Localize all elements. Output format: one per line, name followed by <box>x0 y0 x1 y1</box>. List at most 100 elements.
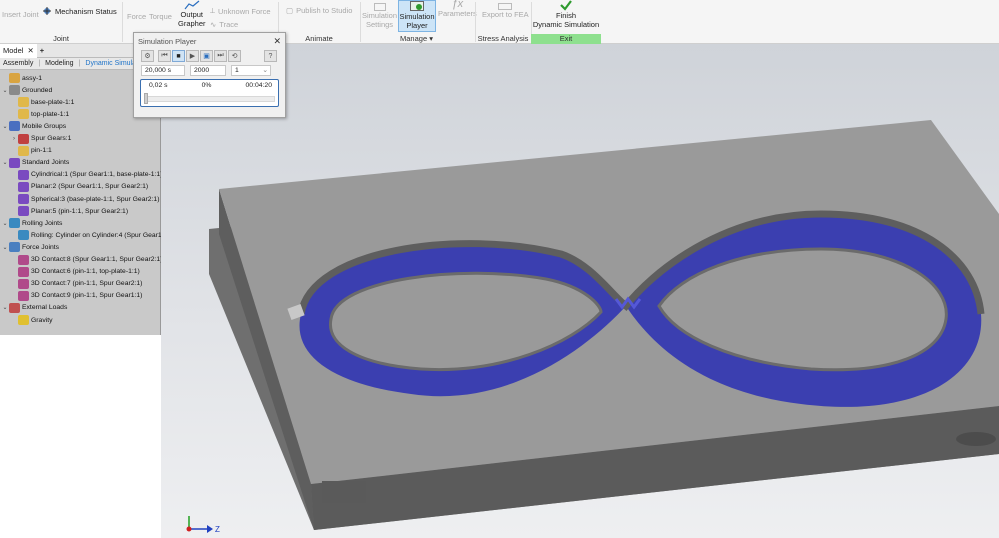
tree-item[interactable]: ⌄ Rolling Joints <box>0 217 62 229</box>
tree-item-label: 3D Contact:8 (Spur Gear1:1, Spur Gear2:1… <box>31 256 163 263</box>
contact-icon <box>18 266 29 277</box>
tree-item[interactable]: Planar:5 (pin-1:1, Spur Gear2:1) <box>0 205 128 217</box>
parameters-label: Parameters <box>438 9 477 18</box>
player-title: Simulation Player <box>138 36 197 46</box>
tree-item-label: assy-1 <box>22 74 43 82</box>
rewind-button[interactable]: ⏮ <box>158 50 171 62</box>
help-button[interactable]: ? <box>264 50 277 62</box>
tree-item-label: Spur Gears:1 <box>31 135 72 142</box>
end-button[interactable]: ⏭ <box>214 50 227 62</box>
finish-check-icon <box>560 0 572 11</box>
expand-icon[interactable]: ⌄ <box>1 244 9 251</box>
tree-item-label: Cylindrical:1 (Spur Gear1:1, base-plate-… <box>31 171 163 179</box>
tree-item[interactable]: › Spur Gears:1 <box>0 133 71 145</box>
expand-icon[interactable]: ⌄ <box>1 159 9 166</box>
output-grapher-icon <box>184 0 200 10</box>
tree-item-label: External Loads <box>22 304 68 312</box>
trace-button[interactable]: ∿ Trace <box>210 20 238 29</box>
axis-z-label: Z <box>215 525 220 534</box>
screen-refresh-button[interactable]: ▣ <box>200 50 213 62</box>
tree-item[interactable]: base-plate-1:1 <box>0 96 74 108</box>
pin-left-body <box>322 481 366 503</box>
tree-item-label: Spherical:3 (base-plate-1:1, Spur Gear2:… <box>31 195 160 203</box>
force-button[interactable]: Force <box>127 12 146 21</box>
manage-panel-label[interactable]: Manage ▾ <box>360 34 473 44</box>
progress-track[interactable] <box>144 96 275 102</box>
end-icon: ⏭ <box>217 52 224 59</box>
tree-item-label: Planar:5 (pin-1:1, Spur Gear2:1) <box>31 207 129 215</box>
expand-icon[interactable]: ⌄ <box>1 123 9 130</box>
grounded-icon <box>9 85 20 96</box>
tree-item[interactable]: ⌄ Force Joints <box>0 241 59 253</box>
simulation-settings-button[interactable]: Simulation Settings <box>362 3 397 29</box>
tree-item[interactable]: 3D Contact:7 (pin-1:1, Spur Gear2:1) <box>0 278 142 290</box>
tree-item-label: 3D Contact:7 (pin-1:1, Spur Gear2:1) <box>31 280 143 288</box>
publish-to-studio-label: Publish to Studio <box>296 6 353 15</box>
player-titlebar[interactable]: Simulation Player ✕ <box>134 33 285 49</box>
insert-joint-button[interactable]: Insert Joint <box>2 10 39 19</box>
tab-model[interactable]: Model ✕ <box>0 43 37 58</box>
tree-item-label: Standard Joints <box>22 159 70 167</box>
tree-item[interactable]: Cylindrical:1 (Spur Gear1:1, base-plate-… <box>0 169 162 181</box>
tree-item-label: Mobile Groups <box>22 122 67 130</box>
play-button[interactable]: ▶ <box>186 50 199 62</box>
publish-to-studio-button[interactable]: ▢ Publish to Studio <box>286 6 352 15</box>
subtab-assembly[interactable]: Assembly <box>2 60 34 67</box>
tree-item[interactable]: assy-1 <box>0 72 42 84</box>
tree-item-label: Rolling Joints <box>22 219 63 227</box>
collapse-icon[interactable]: › <box>10 136 18 142</box>
subtab-modeling[interactable]: Modeling <box>44 60 74 67</box>
joint-panel-label: Joint <box>53 34 69 43</box>
trace-label: Trace <box>219 20 239 29</box>
assembly-icon <box>9 73 20 83</box>
filter-select[interactable]: 1 ⌄ <box>231 65 271 76</box>
tree-item-label: Force Joints <box>22 243 60 251</box>
end-time-field[interactable]: 20,000 s <box>141 65 185 76</box>
part-icon <box>18 97 29 108</box>
expand-icon[interactable]: ⌄ <box>1 220 9 227</box>
play-icon: ▶ <box>189 53 196 60</box>
loop-button[interactable]: ⟲ <box>228 50 241 62</box>
tree-item[interactable]: Gravity <box>0 314 53 326</box>
expand-icon[interactable]: ⌄ <box>1 87 9 94</box>
close-icon[interactable]: ✕ <box>273 36 281 47</box>
tree-item[interactable]: Rolling: Cylinder on Cylinder:4 (Spur Ge… <box>0 229 167 241</box>
insert-joint-label: Insert Joint <box>2 10 39 19</box>
tree-item[interactable]: 3D Contact:6 (pin-1:1, top-plate-1:1) <box>0 266 140 278</box>
part-icon <box>18 145 29 156</box>
torque-button[interactable]: Torque <box>149 12 172 21</box>
rewind-icon: ⏮ <box>161 52 168 59</box>
progress-slider-thumb[interactable] <box>144 93 148 104</box>
output-grapher-button[interactable]: Output Grapher <box>178 0 206 28</box>
tree-item[interactable]: top-plate-1:1 <box>0 108 69 120</box>
export-fea-icon <box>498 3 513 10</box>
tree-item[interactable]: 3D Contact:9 (pin-1:1, Spur Gear1:1) <box>0 290 142 302</box>
parameters-button[interactable]: ƒx Parameters <box>438 0 477 18</box>
publish-icon: ▢ <box>286 6 294 15</box>
unknown-force-button[interactable]: ⟂ Unknown Force <box>210 6 271 16</box>
tree-item[interactable]: ⌄ Grounded <box>0 84 52 96</box>
export-to-fea-button[interactable]: Export to FEA <box>482 3 529 19</box>
images-field[interactable]: 2000 <box>190 65 226 76</box>
mechanism-status-button[interactable]: Mechanism Status <box>42 6 117 16</box>
tree-item[interactable]: Spherical:3 (base-plate-1:1, Spur Gear2:… <box>0 193 159 205</box>
tree-item[interactable]: ⌄ External Loads <box>0 302 67 314</box>
construction-icon: ⚙ <box>144 53 151 60</box>
expand-icon[interactable]: ⌄ <box>1 304 9 311</box>
player-toolbar: ⚙ ⏮ ■ ▶ ▣ ⏭ ⟲ ? <box>134 49 285 63</box>
tree-item[interactable]: Planar:2 (Spur Gear1:1, Spur Gear2:1) <box>0 181 148 193</box>
graphics-viewport[interactable]: Z <box>161 44 999 538</box>
force-joint-icon <box>9 242 20 253</box>
construction-mode-button[interactable]: ⚙ <box>141 50 154 62</box>
finish-dynamic-simulation-button[interactable]: Finish Dynamic Simulation <box>533 0 599 29</box>
tree-item[interactable]: ⌄ Standard Joints <box>0 157 69 169</box>
simulation-player-button[interactable]: Simulation Player <box>398 0 436 32</box>
tree-item[interactable]: 3D Contact:8 (Spur Gear1:1, Spur Gear2:1… <box>0 254 162 266</box>
tree-item[interactable]: ⌄ Mobile Groups <box>0 120 66 132</box>
stop-button[interactable]: ■ <box>172 50 185 62</box>
close-icon[interactable]: ✕ <box>27 46 33 55</box>
add-tab-button[interactable]: + <box>37 44 47 58</box>
gravity-icon <box>18 315 29 325</box>
gear-icon <box>18 133 29 144</box>
tree-item[interactable]: pin-1:1 <box>0 145 52 157</box>
